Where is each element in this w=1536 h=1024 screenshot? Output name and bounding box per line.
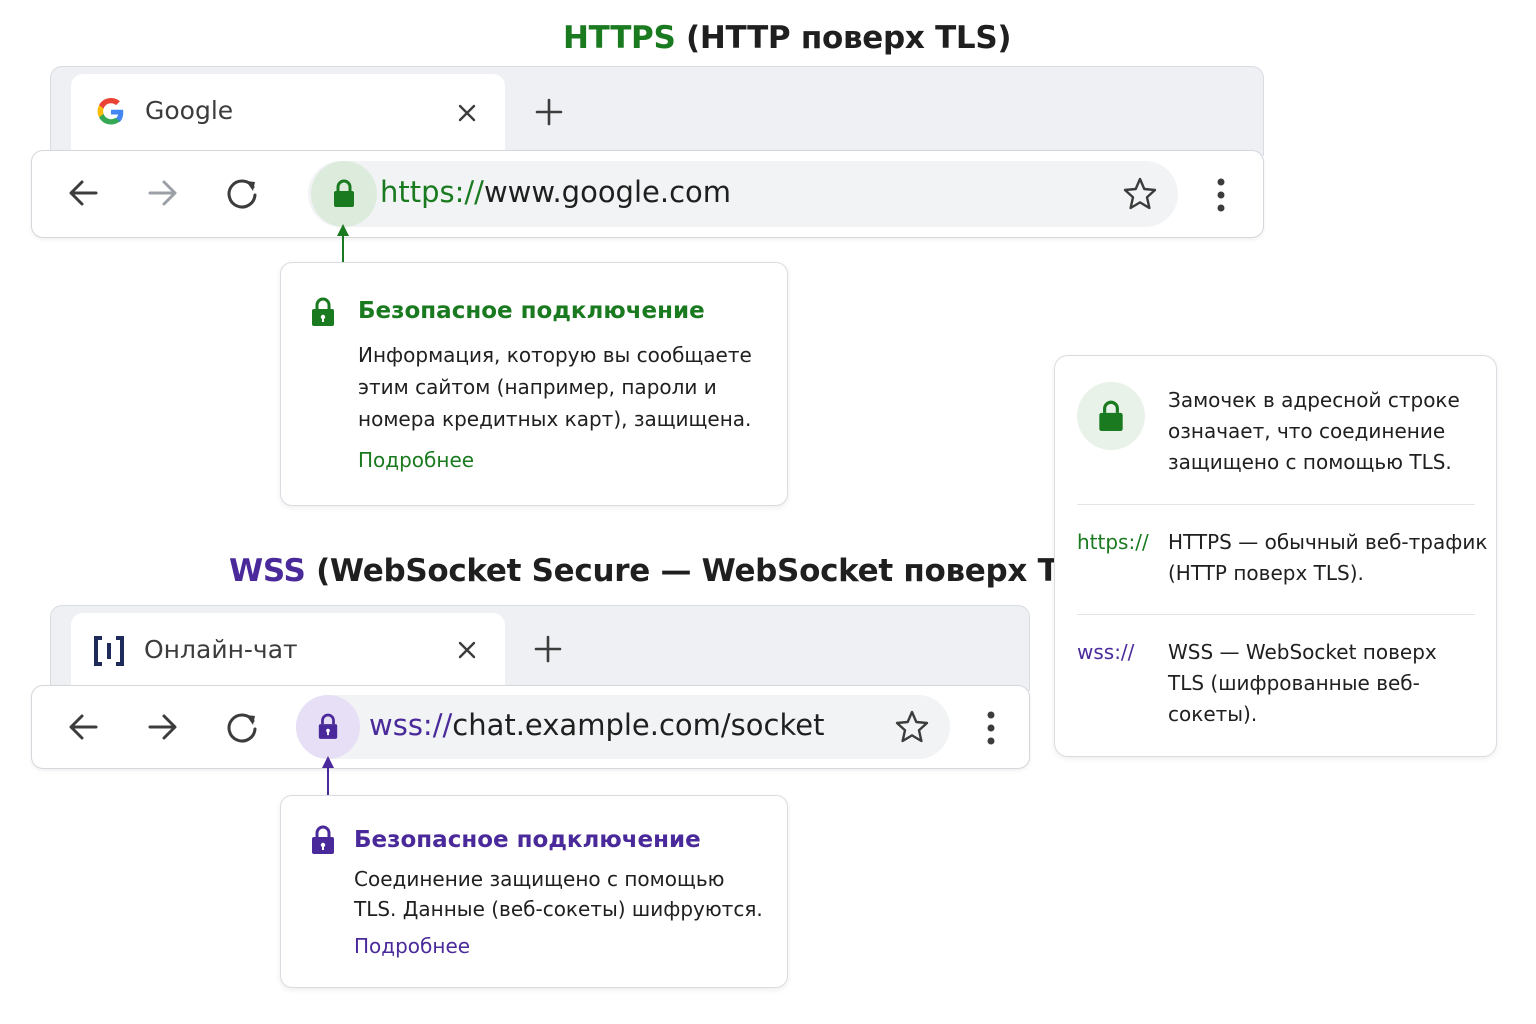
forward-arrow-icon[interactable]	[142, 707, 182, 747]
popup-body: Соединение защищено с помощью TLS. Данны…	[354, 867, 763, 921]
reload-icon[interactable]	[222, 707, 262, 747]
lock-button[interactable]	[296, 695, 360, 759]
https-title-accent: HTTPS	[563, 20, 676, 56]
learn-more-link[interactable]: Подробнее	[354, 934, 470, 958]
https-toolbar: https://www.google.com	[31, 150, 1264, 238]
menu-kebab-icon[interactable]	[986, 710, 996, 746]
legend-divider	[1077, 504, 1475, 505]
wss-title-accent: WSS	[229, 553, 306, 589]
https-pointer-arrowhead	[337, 224, 349, 236]
chat-brackets-icon	[94, 636, 124, 666]
https-address-bar[interactable]: https://www.google.com	[308, 161, 1178, 227]
url-scheme: https://	[380, 175, 484, 209]
popup-heading: Безопасное подключение	[358, 298, 705, 324]
https-pointer-line	[342, 234, 344, 262]
https-section-title: HTTPS (HTTP поверх TLS)	[563, 20, 1012, 56]
wss-pointer-arrowhead	[322, 756, 334, 768]
reload-icon[interactable]	[222, 173, 262, 213]
lock-button[interactable]	[311, 161, 377, 227]
url-scheme: wss://	[369, 708, 453, 742]
wss-toolbar: wss://chat.example.com/socket	[31, 685, 1030, 769]
tab-google[interactable]: Google	[71, 74, 505, 154]
menu-kebab-icon[interactable]	[1216, 177, 1226, 213]
back-arrow-icon[interactable]	[64, 707, 104, 747]
legend-text-https: HTTPS — обычный веб-трафик (HTTP поверх …	[1168, 530, 1488, 585]
https-title-rest: (HTTP поверх TLS)	[686, 20, 1012, 56]
lock-icon	[312, 297, 334, 326]
https-security-popup: Безопасное подключение Информация, котор…	[280, 262, 788, 506]
lock-icon	[312, 825, 334, 854]
bookmark-star-icon[interactable]	[894, 709, 930, 745]
legend-panel: Замочек в адресной строке означает, что …	[1054, 355, 1497, 757]
wss-section-title: WSS (WebSocket Secure — WebSocket поверх…	[229, 553, 1114, 589]
popup-heading: Безопасное подключение	[354, 827, 701, 853]
new-tab-plus-icon[interactable]	[534, 635, 562, 663]
url-text: https://www.google.com	[380, 175, 731, 209]
wss-pointer-line	[327, 766, 329, 796]
wss-address-bar[interactable]: wss://chat.example.com/socket	[296, 695, 950, 759]
legend-scheme-https: https://	[1077, 530, 1149, 554]
legend-lock-text: Замочек в адресной строке означает, что …	[1168, 388, 1460, 474]
close-icon[interactable]	[455, 101, 479, 125]
url-host: chat.example.com/socket	[452, 708, 825, 742]
learn-more-link[interactable]: Подробнее	[358, 448, 474, 472]
url-text: wss://chat.example.com/socket	[369, 708, 824, 742]
lock-icon	[318, 713, 338, 739]
back-arrow-icon[interactable]	[64, 173, 104, 213]
wss-security-popup: Безопасное подключение Соединение защище…	[280, 795, 788, 988]
url-host: www.google.com	[483, 175, 732, 209]
legend-scheme-wss: wss://	[1077, 640, 1135, 664]
legend-lock-badge	[1077, 382, 1145, 450]
forward-arrow-icon[interactable]	[142, 173, 182, 213]
close-icon[interactable]	[455, 638, 479, 662]
tab-online-chat[interactable]: Онлайн-чат	[71, 613, 505, 689]
google-g-icon	[97, 98, 124, 125]
legend-text-wss: WSS — WebSocket поверх TLS (шифрованные …	[1168, 640, 1437, 726]
tab-title: Онлайн-чат	[144, 635, 298, 664]
legend-divider	[1077, 614, 1475, 615]
lock-icon	[1099, 400, 1123, 431]
popup-body: Информация, которую вы сообщаете этим са…	[358, 343, 752, 431]
lock-icon	[334, 179, 354, 207]
new-tab-plus-icon[interactable]	[535, 98, 563, 126]
bookmark-star-icon[interactable]	[1122, 176, 1158, 212]
wss-title-rest: (WebSocket Secure — WebSocket поверх TLS…	[316, 553, 1114, 589]
tab-title: Google	[145, 96, 234, 125]
